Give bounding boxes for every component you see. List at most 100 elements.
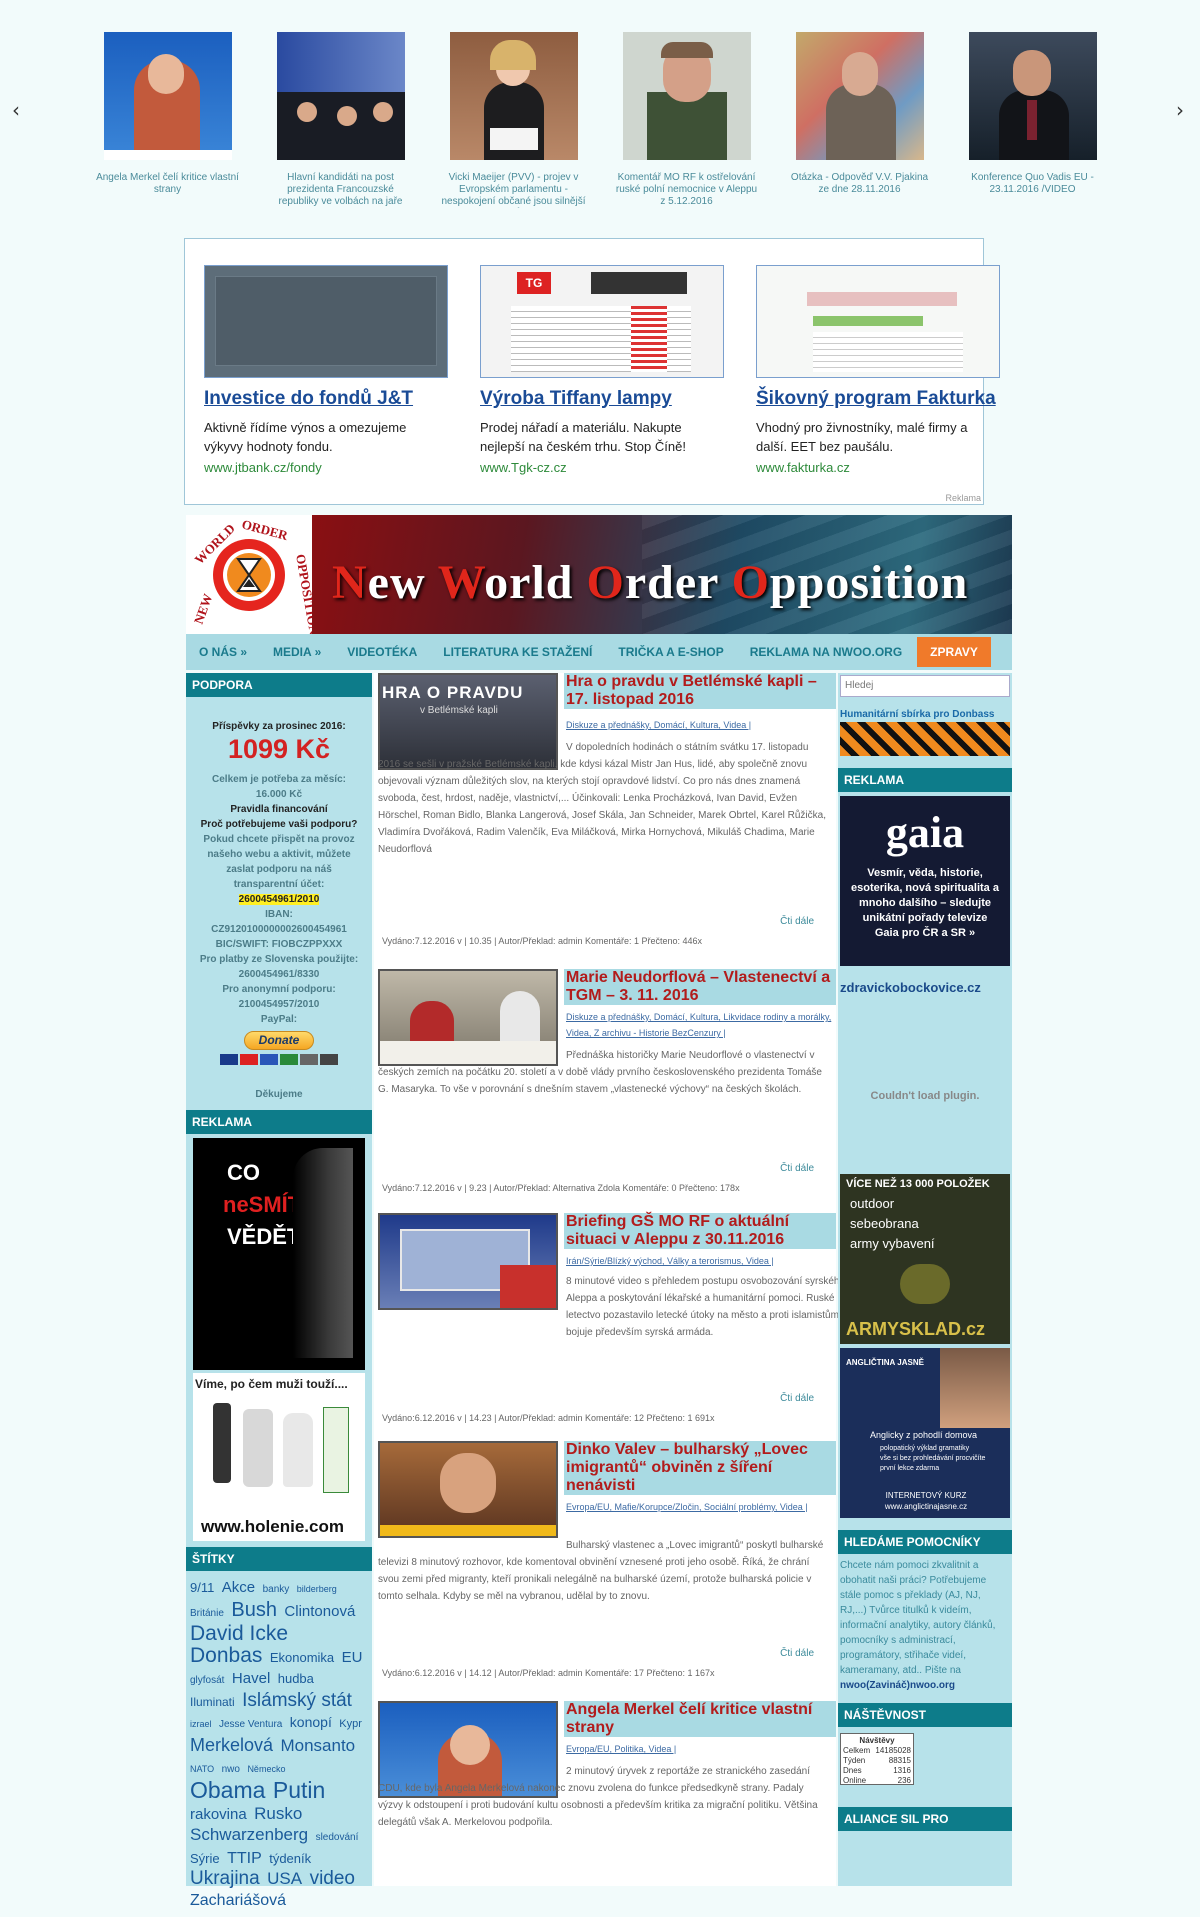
tag-link[interactable]: Británie — [190, 1608, 224, 1619]
post-title[interactable]: Hra o pravdu v Betlémské kapli – 17. lis… — [564, 673, 836, 709]
carousel-thumbnail[interactable] — [795, 32, 924, 160]
ad-item[interactable]: Šikovný program Fakturka Vhodný pro živn… — [756, 265, 1000, 475]
carousel-thumbnail[interactable] — [449, 32, 578, 160]
ad-url[interactable]: www.Tgk-cz.cz — [480, 460, 724, 475]
ad-image[interactable] — [756, 265, 1000, 378]
post-categories[interactable]: Evropa/EU, Mafie/Korupce/Zločin, Sociáln… — [566, 1499, 836, 1515]
carousel-caption[interactable]: Hlavní kandidáti na post prezidenta Fran… — [268, 172, 413, 208]
tag-link[interactable]: Bush — [231, 1599, 277, 1621]
carousel-item[interactable]: Konference Quo Vadis EU - 23.11.2016 /VI… — [960, 32, 1105, 208]
site-logo[interactable]: NEW WORLD ORDER OPPOSITION — [186, 515, 322, 634]
post-title[interactable]: Dinko Valev – bulharský „Lovec imigrantů… — [564, 1441, 836, 1495]
carousel-thumbnail[interactable] — [968, 32, 1097, 160]
tag-link[interactable]: Německo — [247, 1764, 285, 1774]
post-title[interactable]: Marie Neudorflová – Vlastenectví a TGM –… — [564, 969, 836, 1005]
tag-link[interactable]: Donbas — [190, 1644, 262, 1667]
tag-link[interactable]: konopí — [290, 1714, 332, 1730]
post-title[interactable]: Angela Merkel čelí kritice vlastní stran… — [564, 1701, 836, 1737]
post-categories[interactable]: Evropa/EU, Politika, Videa | — [566, 1741, 676, 1757]
tag-link[interactable]: Kypr — [339, 1718, 362, 1730]
carousel-item[interactable]: Angela Merkel čelí kritice vlastní stran… — [95, 32, 240, 208]
tag-link[interactable]: 9/11 — [190, 1580, 214, 1595]
tag-link[interactable]: sledování — [316, 1832, 359, 1843]
tag-link[interactable]: Jesse Ventura — [219, 1719, 282, 1730]
tag-link[interactable]: Havel — [232, 1670, 270, 1687]
ad-item[interactable]: TG Výroba Tiffany lampy Prodej nářadí a … — [480, 265, 724, 475]
ad-url[interactable]: www.fakturka.cz — [756, 460, 1000, 475]
carousel-item[interactable]: Otázka - Odpověď V.V. Pjakina ze dne 28.… — [787, 32, 932, 208]
razor-ad-url[interactable]: www.holenie.com — [201, 1517, 344, 1537]
help-email[interactable]: nwoo(Zavináč)nwoo.org — [840, 1680, 955, 1691]
zdravicko-link[interactable]: zdravickobockovice.cz — [838, 980, 1012, 995]
tag-link[interactable]: USA — [267, 1869, 302, 1888]
tag-link[interactable]: Merkelová — [190, 1735, 273, 1755]
post-thumbnail[interactable] — [378, 1213, 558, 1310]
tag-link[interactable]: Clintonová — [284, 1603, 355, 1620]
carousel-caption[interactable]: Konference Quo Vadis EU - 23.11.2016 /VI… — [960, 172, 1105, 208]
why-support-link[interactable]: Proč potřebujeme vaši podporu? — [190, 817, 368, 832]
tag-link[interactable]: Monsanto — [280, 1736, 355, 1755]
carousel-caption[interactable]: Komentář MO RF k ostřelování ruské polní… — [614, 172, 759, 208]
tag-link[interactable]: David Icke — [190, 1622, 288, 1645]
carousel-thumbnail[interactable] — [103, 32, 232, 160]
ad-title[interactable]: Výroba Tiffany lampy — [480, 388, 724, 410]
ad-image[interactable] — [204, 265, 448, 378]
ad-url[interactable]: www.jtbank.cz/fondy — [204, 460, 448, 475]
paypal-donate-button[interactable]: Donate — [243, 1031, 315, 1050]
carousel-item[interactable]: Komentář MO RF k ostřelování ruské polní… — [614, 32, 759, 208]
razor-ad[interactable]: Víme, po čem muži touží.... www.holenie.… — [193, 1373, 365, 1541]
tag-link[interactable]: Islámský stát — [242, 1690, 352, 1711]
carousel-caption[interactable]: Angela Merkel čelí kritice vlastní stran… — [95, 172, 240, 208]
post-categories[interactable]: Irán/Sýrie/Blízký východ, Války a terori… — [566, 1253, 774, 1269]
tag-link[interactable]: nwo — [222, 1764, 240, 1775]
read-more-link[interactable]: Čti dále — [780, 1393, 814, 1404]
post-categories[interactable]: Diskuze a přednášky, Domácí, Kultura, Li… — [566, 1009, 836, 1041]
tag-link[interactable]: Ekonomika — [270, 1650, 334, 1665]
funding-rules-link[interactable]: Pravidla financování — [190, 802, 368, 817]
ad-image[interactable]: TG — [480, 265, 724, 378]
carousel-item[interactable]: Hlavní kandidáti na post prezidenta Fran… — [268, 32, 413, 208]
tag-link[interactable]: banky — [263, 1584, 290, 1595]
tag-link[interactable]: Iluminati — [190, 1695, 235, 1709]
book-ad[interactable]: CO neSMÍTE VĚDĚT ! 2 — [193, 1138, 365, 1370]
tag-link[interactable]: Akce — [222, 1579, 255, 1596]
tag-link[interactable]: EU — [342, 1649, 363, 1666]
tag-link[interactable]: izrael — [190, 1719, 212, 1729]
search-input[interactable]: Hledej — [840, 675, 1010, 697]
gaia-ad[interactable]: gaia Vesmír, věda, historie, esoterika, … — [840, 796, 1010, 966]
carousel-item[interactable]: Vicki Maeijer (PVV) - projev v Evropském… — [441, 32, 586, 208]
armysklad-ad[interactable]: VÍCE NEŽ 13 000 POLOŽEK outdoor sebeobra… — [840, 1174, 1010, 1344]
tag-link[interactable]: Rusko — [254, 1804, 302, 1823]
tag-link[interactable]: Obama — [190, 1777, 265, 1803]
carousel-thumbnail[interactable] — [622, 32, 751, 160]
post-thumbnail[interactable] — [378, 1441, 558, 1538]
read-more-link[interactable]: Čti dále — [780, 1163, 814, 1174]
nav-advertising[interactable]: REKLAMA NA NWOO.ORG — [737, 645, 915, 659]
nav-about[interactable]: O NÁS » — [186, 645, 260, 659]
nav-media[interactable]: MEDIA » — [260, 645, 334, 659]
post-categories[interactable]: Diskuze a přednášky, Domácí, Kultura, Vi… — [566, 717, 751, 733]
read-more-link[interactable]: Čti dále — [780, 1648, 814, 1659]
nav-videoteka[interactable]: VIDEOTÉKA — [334, 645, 430, 659]
ad-title[interactable]: Investice do fondů J&T — [204, 388, 448, 410]
nav-news[interactable]: ZPRAVY — [917, 637, 991, 667]
tag-link[interactable]: bilderberg — [297, 1584, 337, 1594]
tag-link[interactable]: rakovina — [190, 1806, 247, 1823]
carousel-prev-button[interactable]: ‹ — [12, 98, 20, 122]
post-title[interactable]: Briefing GŠ MO RF o aktuální situaci v A… — [564, 1213, 836, 1249]
donbas-banner[interactable] — [840, 722, 1010, 756]
read-more-link[interactable]: Čti dále — [780, 916, 814, 927]
tag-link[interactable]: Sýrie — [190, 1851, 220, 1866]
carousel-caption[interactable]: Otázka - Odpověď V.V. Pjakina ze dne 28.… — [787, 172, 932, 208]
carousel-next-button[interactable]: › — [1176, 98, 1184, 122]
tag-link[interactable]: Putin — [273, 1777, 325, 1803]
tag-link[interactable]: glyfosát — [190, 1675, 224, 1686]
donbas-link[interactable]: Humanitární sbírka pro Donbass — [838, 709, 1012, 720]
tag-link[interactable]: Schwarzenberg — [190, 1825, 308, 1844]
tag-link[interactable]: hudba — [278, 1671, 314, 1686]
ad-item[interactable]: Investice do fondů J&T Aktivně řídíme vý… — [204, 265, 448, 475]
english-course-ad[interactable]: ANGLIČTINA JASNĚ Anglicky z pohodlí domo… — [840, 1348, 1010, 1518]
ad-title[interactable]: Šikovný program Fakturka — [756, 388, 1000, 410]
nav-eshop[interactable]: TRIČKA A E-SHOP — [605, 645, 736, 659]
tag-link[interactable]: TTIP — [227, 1850, 262, 1867]
